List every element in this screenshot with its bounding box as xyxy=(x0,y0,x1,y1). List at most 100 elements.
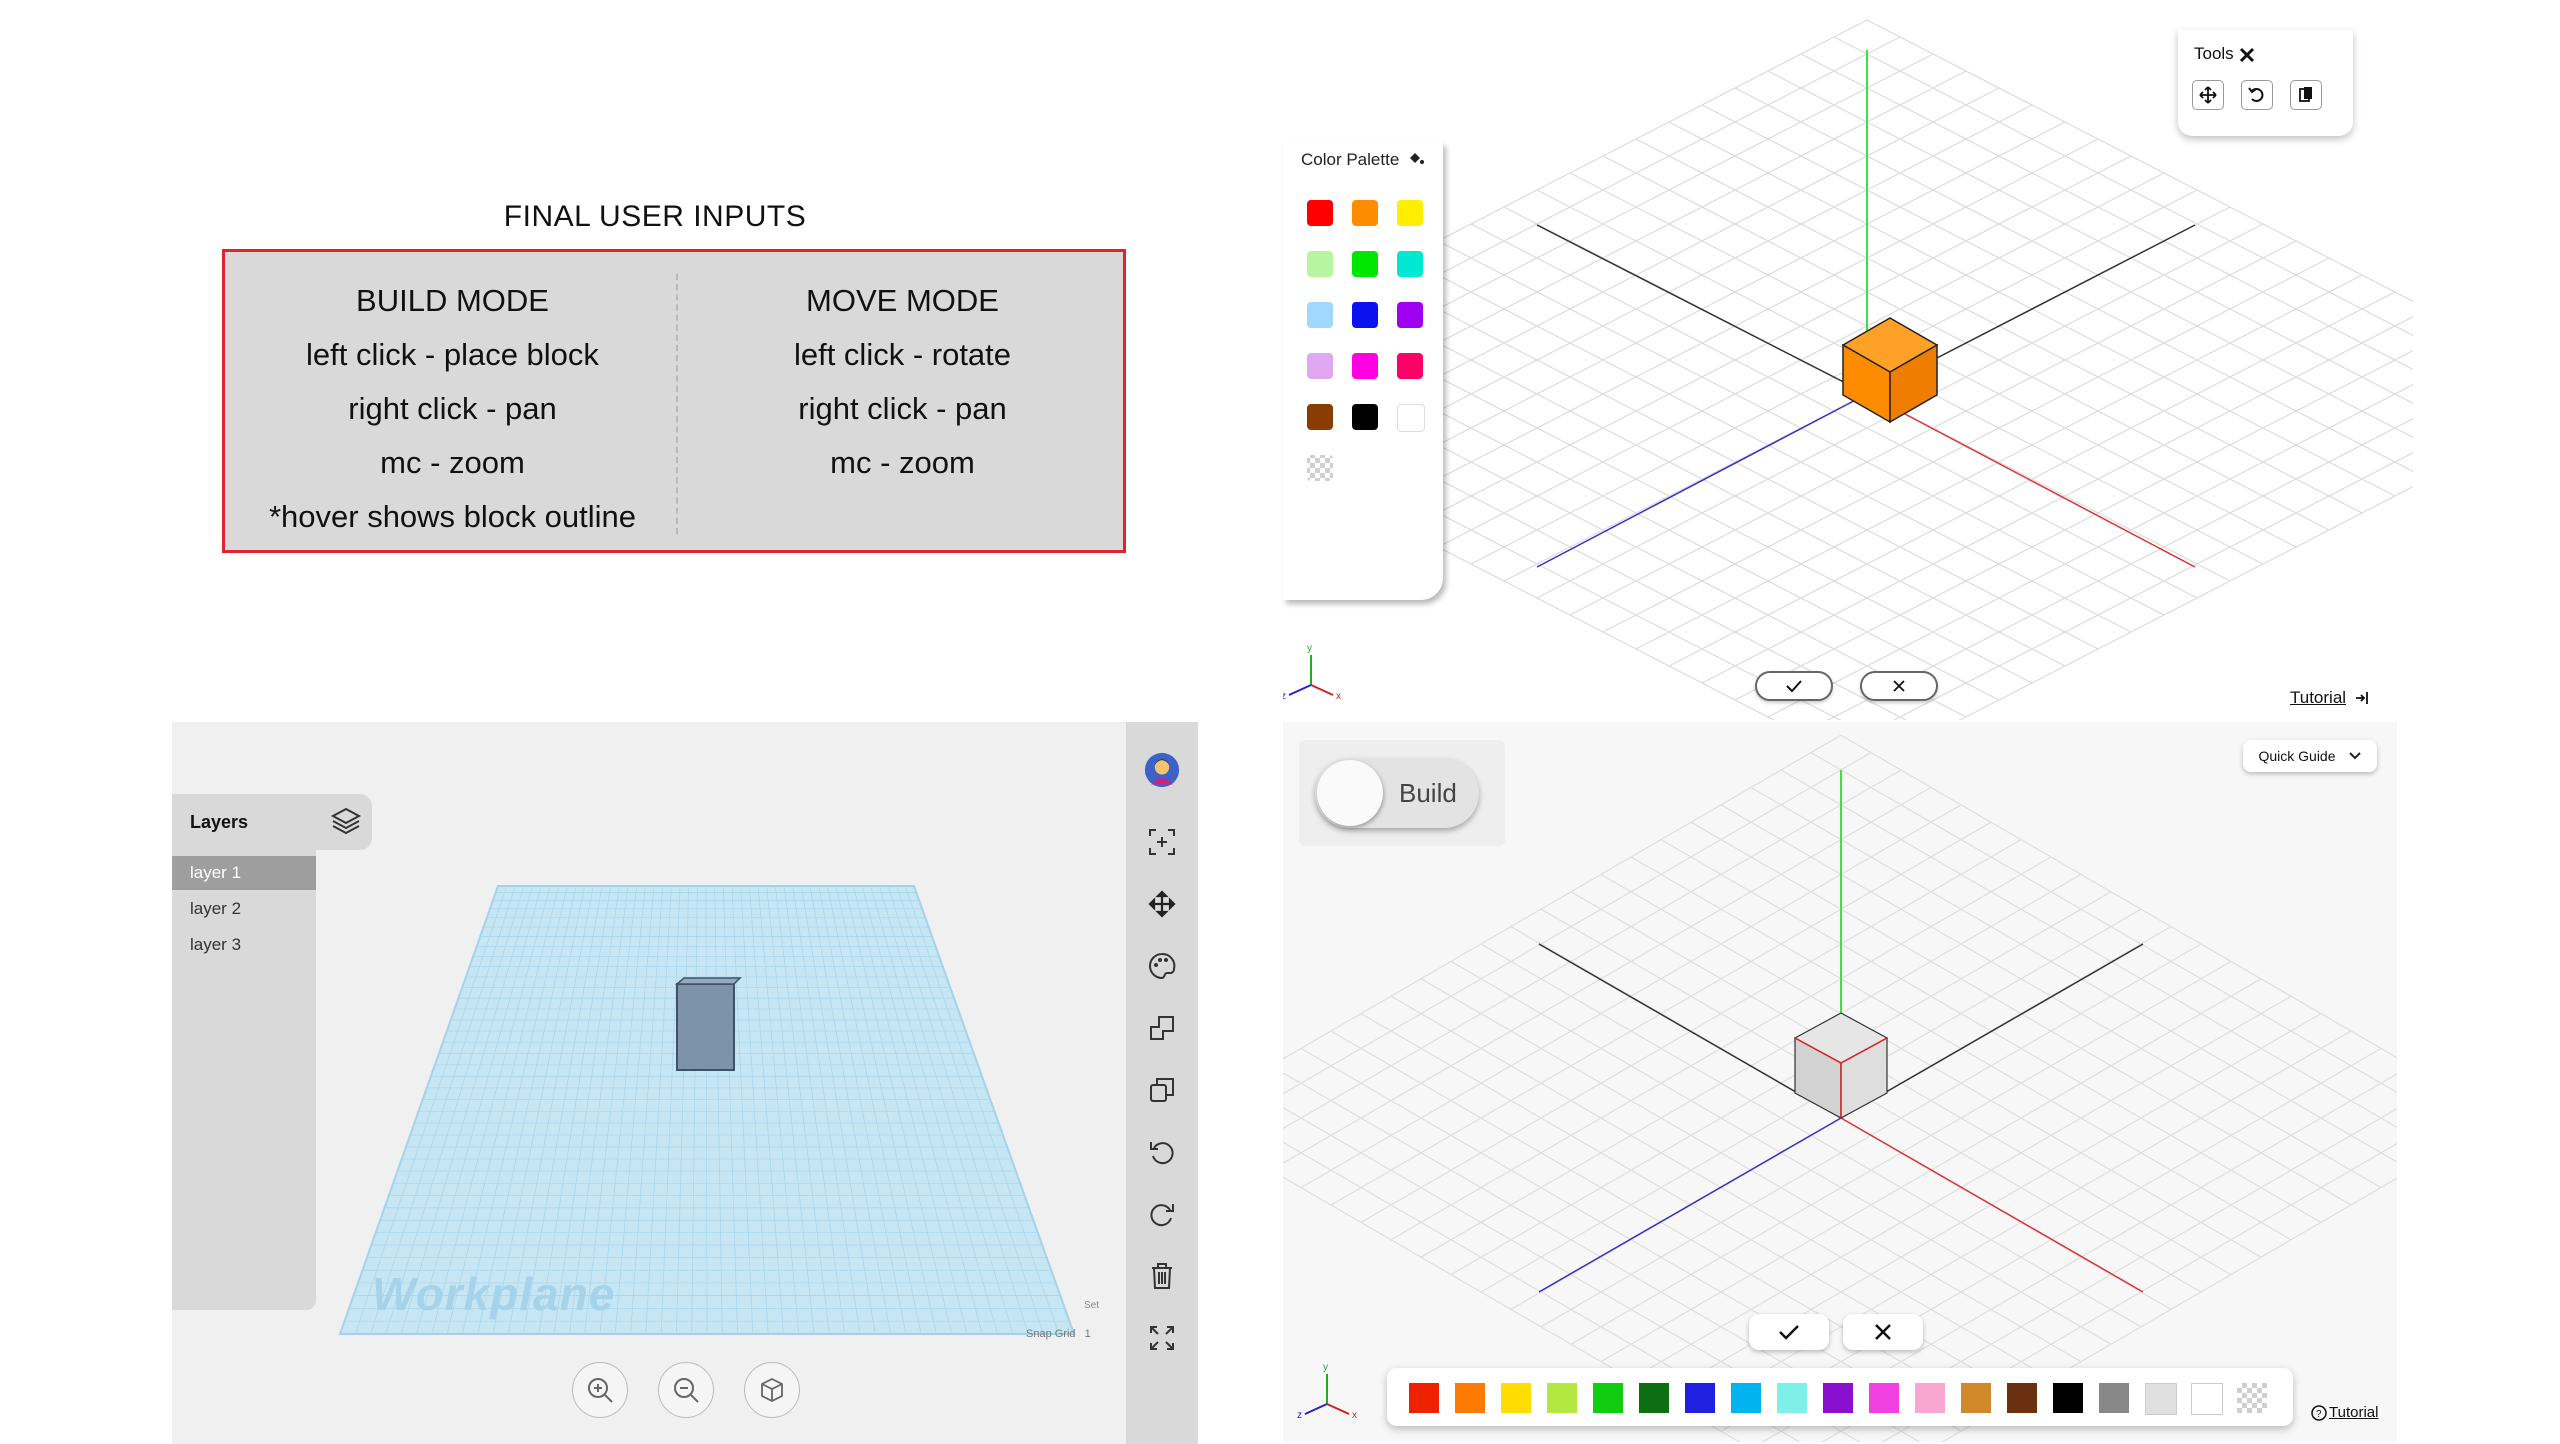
build-mode-toggle[interactable]: Build xyxy=(1315,758,1479,828)
chevron-down-icon xyxy=(2348,751,2362,761)
redo-button[interactable] xyxy=(1144,1196,1180,1232)
color-swatch[interactable] xyxy=(1307,455,1333,481)
duplicate-button[interactable] xyxy=(1144,1072,1180,1108)
color-swatch[interactable] xyxy=(1397,200,1423,226)
build-mode-column: BUILD MODE left click - place block righ… xyxy=(225,274,680,544)
axis-y-label: y xyxy=(1323,1362,1328,1373)
tutorial-link[interactable]: Tutorial xyxy=(2290,688,2370,708)
move-icon xyxy=(2198,85,2218,105)
avatar[interactable] xyxy=(1144,752,1180,788)
undo-button[interactable] xyxy=(1144,1134,1180,1170)
layers-header[interactable]: Layers xyxy=(172,794,372,850)
palette-icon xyxy=(1147,951,1177,981)
build-mode-heading: BUILD MODE xyxy=(356,283,549,318)
color-swatch[interactable] xyxy=(1639,1383,1669,1413)
home-view-button[interactable] xyxy=(744,1362,800,1418)
layer-item-2[interactable]: layer 2 xyxy=(172,892,316,926)
color-swatch[interactable] xyxy=(1307,404,1333,430)
color-swatch[interactable] xyxy=(1961,1383,1991,1413)
workplane-editor: Workplane Set Snap Grid 1 Layers layer 1… xyxy=(172,722,1198,1444)
move-icon xyxy=(1147,889,1177,919)
rotate-tool-button[interactable] xyxy=(2241,80,2273,110)
color-swatch[interactable] xyxy=(1915,1383,1945,1413)
toggle-knob[interactable] xyxy=(1317,760,1383,826)
color-swatch[interactable] xyxy=(1869,1383,1899,1413)
color-swatch[interactable] xyxy=(1593,1383,1623,1413)
color-swatch[interactable] xyxy=(1352,200,1378,226)
orange-cube[interactable] xyxy=(1841,317,1939,424)
layers-stack-icon[interactable] xyxy=(330,806,362,836)
quick-guide-dropdown[interactable]: Quick Guide xyxy=(2243,740,2377,772)
move-tool-button[interactable] xyxy=(2192,80,2224,110)
build-mode-line: mc - zoom xyxy=(380,445,525,480)
color-swatch[interactable] xyxy=(1397,353,1423,379)
build-toggle-label: Build xyxy=(1399,778,1457,808)
fullscreen-button[interactable] xyxy=(1144,1320,1180,1356)
color-swatch[interactable] xyxy=(2053,1383,2083,1413)
color-swatch[interactable] xyxy=(1307,302,1333,328)
build-scene: y z x Build Quick Guide ? Tutorial xyxy=(1283,722,2397,1442)
paint-bucket-icon xyxy=(1408,151,1425,165)
color-swatch[interactable] xyxy=(1685,1383,1715,1413)
color-swatch[interactable] xyxy=(1352,251,1378,277)
color-swatch[interactable] xyxy=(2099,1383,2129,1413)
color-swatch[interactable] xyxy=(1307,251,1333,277)
color-swatch[interactable] xyxy=(1731,1383,1761,1413)
confirm-button[interactable] xyxy=(1755,671,1833,701)
trash-icon xyxy=(1147,1261,1177,1291)
group-button[interactable] xyxy=(1144,1010,1180,1046)
move-button[interactable] xyxy=(1144,886,1180,922)
cancel-button[interactable] xyxy=(1843,1314,1923,1350)
palette-button[interactable] xyxy=(1144,948,1180,984)
tools-title: Tools xyxy=(2194,44,2234,63)
color-swatch[interactable] xyxy=(2191,1383,2223,1415)
grid-line xyxy=(1892,452,2413,720)
color-swatch[interactable] xyxy=(1409,1383,1439,1413)
fullscreen-icon xyxy=(1147,1323,1177,1353)
close-icon xyxy=(1892,679,1906,693)
color-swatch[interactable] xyxy=(1352,353,1378,379)
color-swatch[interactable] xyxy=(1352,404,1378,430)
duplicate-icon xyxy=(1147,1075,1177,1105)
color-swatch[interactable] xyxy=(2145,1383,2177,1415)
check-icon xyxy=(1785,679,1803,693)
svg-text:?: ? xyxy=(2316,1409,2322,1420)
color-swatch[interactable] xyxy=(1501,1383,1531,1413)
mode-toggle-container: Build xyxy=(1299,740,1505,846)
tutorial-link[interactable]: ? Tutorial xyxy=(2311,1404,2378,1421)
color-swatch[interactable] xyxy=(2237,1383,2267,1413)
color-swatch[interactable] xyxy=(1777,1383,1807,1413)
hover-block-outline[interactable] xyxy=(674,977,742,1071)
cancel-button[interactable] xyxy=(1860,671,1938,701)
confirm-button[interactable] xyxy=(1749,1314,1829,1350)
layer-item-3[interactable]: layer 3 xyxy=(172,928,316,962)
copy-tool-button[interactable] xyxy=(2290,80,2322,110)
inputs-title: FINAL USER INPUTS xyxy=(503,200,807,233)
close-icon xyxy=(1874,1323,1892,1341)
snap-grid-label: Snap Grid xyxy=(1026,1328,1076,1340)
grid-line xyxy=(1958,486,2413,720)
color-swatch[interactable] xyxy=(1397,404,1425,432)
delete-button[interactable] xyxy=(1144,1258,1180,1294)
color-swatch[interactable] xyxy=(1455,1383,1485,1413)
build-mode-line: right click - pan xyxy=(348,391,557,426)
undo-icon xyxy=(1147,1137,1177,1167)
color-swatch[interactable] xyxy=(1307,353,1333,379)
color-swatch[interactable] xyxy=(2007,1383,2037,1413)
color-swatch[interactable] xyxy=(1352,302,1378,328)
color-swatch[interactable] xyxy=(1397,251,1423,277)
snap-grid-value[interactable]: 1 xyxy=(1085,1328,1091,1340)
color-swatch[interactable] xyxy=(1547,1383,1577,1413)
build-mode-line: left click - place block xyxy=(306,337,599,372)
zoom-out-button[interactable] xyxy=(658,1362,714,1418)
right-toolbar xyxy=(1126,722,1198,1444)
color-swatch[interactable] xyxy=(1823,1383,1853,1413)
zoom-in-icon xyxy=(585,1375,615,1405)
layer-item-1[interactable]: layer 1 xyxy=(172,856,316,890)
build-mode-line: *hover shows block outline xyxy=(268,499,637,534)
color-swatch[interactable] xyxy=(1307,200,1333,226)
color-bar xyxy=(1387,1368,2293,1426)
color-swatch[interactable] xyxy=(1397,302,1423,328)
add-frame-button[interactable] xyxy=(1144,824,1180,860)
zoom-in-button[interactable] xyxy=(572,1362,628,1418)
